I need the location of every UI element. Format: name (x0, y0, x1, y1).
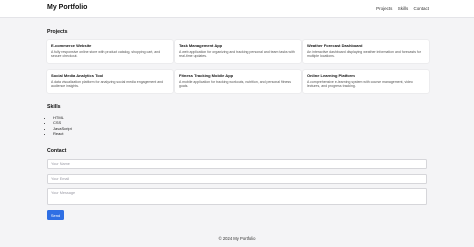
project-title: Weather Forecast Dashboard (307, 43, 363, 48)
project-title: Social Media Analytics Tool (51, 73, 104, 78)
project-card[interactable]: Fitness Tracking Mobile App A mobile app… (175, 70, 301, 93)
project-card[interactable]: Online Learning Platform A comprehensive… (303, 70, 429, 93)
nav-link-skills[interactable]: Skills (398, 6, 409, 11)
project-description: A fully responsive online store with pro… (51, 49, 161, 59)
message-textarea[interactable] (47, 188, 427, 205)
main-nav: Projects Skills Contact (372, 6, 429, 11)
skills-heading: Skills (47, 104, 61, 110)
project-description: A data visualization platform for analyz… (51, 79, 164, 89)
project-title: E-commerce Website (51, 43, 92, 48)
site-title: My Portfolio (47, 4, 88, 11)
project-card[interactable]: Social Media Analytics Tool A data visua… (47, 70, 173, 93)
nav-link-projects[interactable]: Projects (376, 6, 392, 11)
top-navbar: My Portfolio Projects Skills Contact (0, 0, 474, 18)
skill-item: React (53, 131, 72, 136)
project-description: A web application for organizing and tra… (179, 49, 295, 59)
project-title: Fitness Tracking Mobile App (179, 73, 234, 78)
footer-copyright: © 2024 My Portfolio (218, 236, 256, 241)
skills-list: HTML CSS JavaScript React (48, 115, 72, 137)
project-description: A mobile application for tracking workou… (179, 79, 292, 89)
nav-link-contact[interactable]: Contact (413, 6, 429, 11)
project-title: Task Management App (179, 43, 223, 48)
project-card[interactable]: Task Management App A web application fo… (175, 40, 301, 63)
project-card[interactable]: E-commerce Website A fully responsive on… (47, 40, 173, 63)
email-input[interactable] (47, 174, 427, 184)
name-input[interactable] (47, 159, 427, 169)
send-button[interactable]: Send (47, 210, 64, 220)
project-title: Online Learning Platform (307, 73, 355, 78)
project-description: A comprehensive e-learning system with c… (307, 79, 413, 89)
contact-heading: Contact (47, 148, 67, 154)
projects-heading: Projects (47, 29, 68, 35)
project-description: An interactive dashboard displaying weat… (307, 49, 422, 59)
project-card[interactable]: Weather Forecast Dashboard An interactiv… (303, 40, 429, 63)
